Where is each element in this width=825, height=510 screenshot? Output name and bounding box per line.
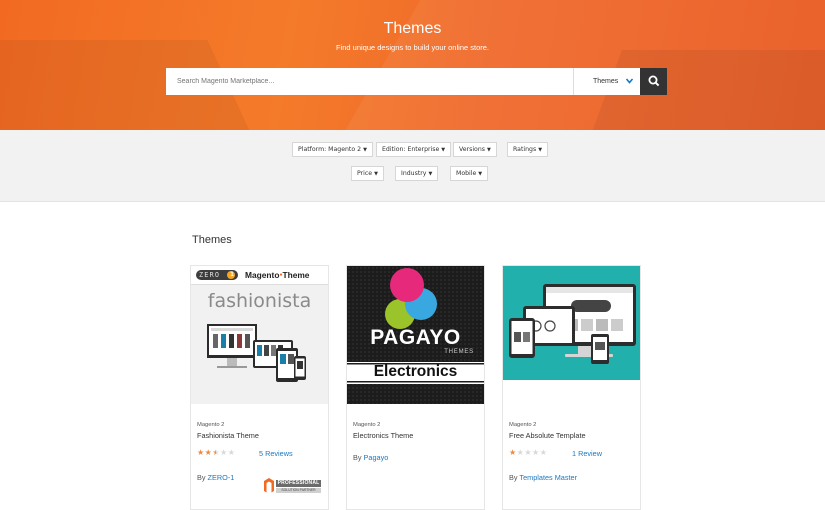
thumb-header-suffix: Theme: [282, 270, 310, 280]
filter-label: Ratings: [513, 146, 537, 153]
theme-thumbnail[interactable]: PAGAYO THEMES Electronics: [347, 266, 484, 404]
theme-name[interactable]: Electronics Theme: [353, 431, 413, 440]
caret-down-icon: ▼: [486, 147, 491, 153]
theme-card[interactable]: Magento 2 Free Absolute Template ★★★★★ 1…: [502, 265, 641, 510]
filter-industry[interactable]: Industry ▼: [395, 166, 439, 181]
search-category-select[interactable]: Themes: [573, 68, 640, 95]
theme-card[interactable]: PAGAYO THEMES Electronics Magento 2 Elec…: [346, 265, 485, 510]
thumb-title: PAGAYO: [370, 326, 461, 349]
theme-thumbnail[interactable]: ZERO 1 Magento●Theme fashionista: [191, 266, 328, 404]
by-label: By: [353, 453, 362, 462]
search-category-label: Themes: [593, 78, 619, 85]
vendor-link[interactable]: Templates Master: [519, 473, 577, 482]
badge-line-2: SOLUTION PARTNER: [281, 488, 316, 492]
filter-label: Mobile: [456, 170, 477, 177]
theme-card[interactable]: ZERO 1 Magento●Theme fashionista Magento…: [190, 265, 329, 510]
vendor-line: By ZERO-1: [197, 472, 234, 483]
theme-platform: Magento 2: [353, 422, 381, 428]
theme-name[interactable]: Free Absolute Template: [509, 431, 586, 440]
thumb-title: fashionista: [207, 290, 312, 312]
filter-versions[interactable]: Versions ▼: [453, 142, 497, 157]
rating-stars: ★★★★★: [197, 448, 236, 457]
theme-name[interactable]: Fashionista Theme: [197, 431, 259, 440]
filter-label: Industry: [401, 170, 427, 177]
by-label: By: [509, 473, 518, 482]
thumb-subtitle: THEMES: [444, 349, 474, 355]
search-button[interactable]: [640, 68, 667, 95]
reviews-link[interactable]: 1 Review: [572, 449, 602, 458]
caret-down-icon: ▼: [363, 147, 367, 153]
by-label: By: [197, 473, 206, 482]
caret-down-icon: ▼: [374, 171, 378, 177]
filter-price[interactable]: Price ▼: [351, 166, 384, 181]
thumb-header-brand: Magento: [245, 270, 280, 280]
theme-platform: Magento 2: [509, 422, 537, 428]
caret-down-icon: ▼: [538, 147, 543, 153]
vendor-line: By Templates Master: [509, 472, 579, 483]
rating-stars: ★★★★★: [509, 448, 548, 457]
filter-edition[interactable]: Edition: Enterprise ▼: [376, 142, 452, 157]
caret-down-icon: ▼: [478, 171, 483, 177]
thumb-header: Magento●Theme: [245, 270, 309, 280]
filter-label: Price: [357, 170, 373, 177]
vendor-link[interactable]: ZERO-1: [208, 473, 235, 482]
thumb-banner: Electronics: [373, 363, 458, 380]
filter-bar: Platform: Magento 2 ▼ Edition: Enterprise…: [0, 130, 825, 202]
filter-mobile[interactable]: Mobile ▼: [450, 166, 489, 181]
filter-ratings[interactable]: Ratings ▼: [507, 142, 549, 157]
caret-down-icon: ▼: [441, 147, 446, 153]
filter-platform[interactable]: Platform: Magento 2 ▼: [292, 142, 373, 157]
hero-banner: Themes Find unique designs to build your…: [0, 0, 825, 130]
filter-label: Platform: Magento 2: [298, 146, 362, 153]
page-subtitle: Find unique designs to build your online…: [335, 43, 489, 52]
chevron-down-icon: [625, 78, 634, 84]
thumb-brand-badge: 1: [230, 272, 234, 278]
filter-label: Versions: [459, 146, 485, 153]
section-title: Themes: [192, 234, 232, 246]
caret-down-icon: ▼: [428, 171, 433, 177]
absolute-preview-image: [503, 266, 640, 380]
thumb-brand: ZERO: [199, 271, 221, 279]
theme-thumbnail[interactable]: [503, 266, 640, 404]
partner-badge: PROFESSIONAL SOLUTION PARTNER: [263, 478, 322, 494]
vendor-line: By Pagayo: [353, 452, 388, 463]
badge-line-1: PROFESSIONAL: [277, 480, 320, 486]
page-title: Themes: [383, 20, 442, 37]
fashionista-preview-image: [191, 266, 328, 382]
reviews-link[interactable]: 5 Reviews: [259, 449, 293, 458]
theme-platform: Magento 2: [197, 422, 225, 428]
search-input[interactable]: [166, 68, 573, 95]
vendor-link[interactable]: Pagayo: [364, 453, 389, 462]
filter-label: Edition: Enterprise: [382, 146, 440, 153]
search-icon: [648, 75, 659, 87]
